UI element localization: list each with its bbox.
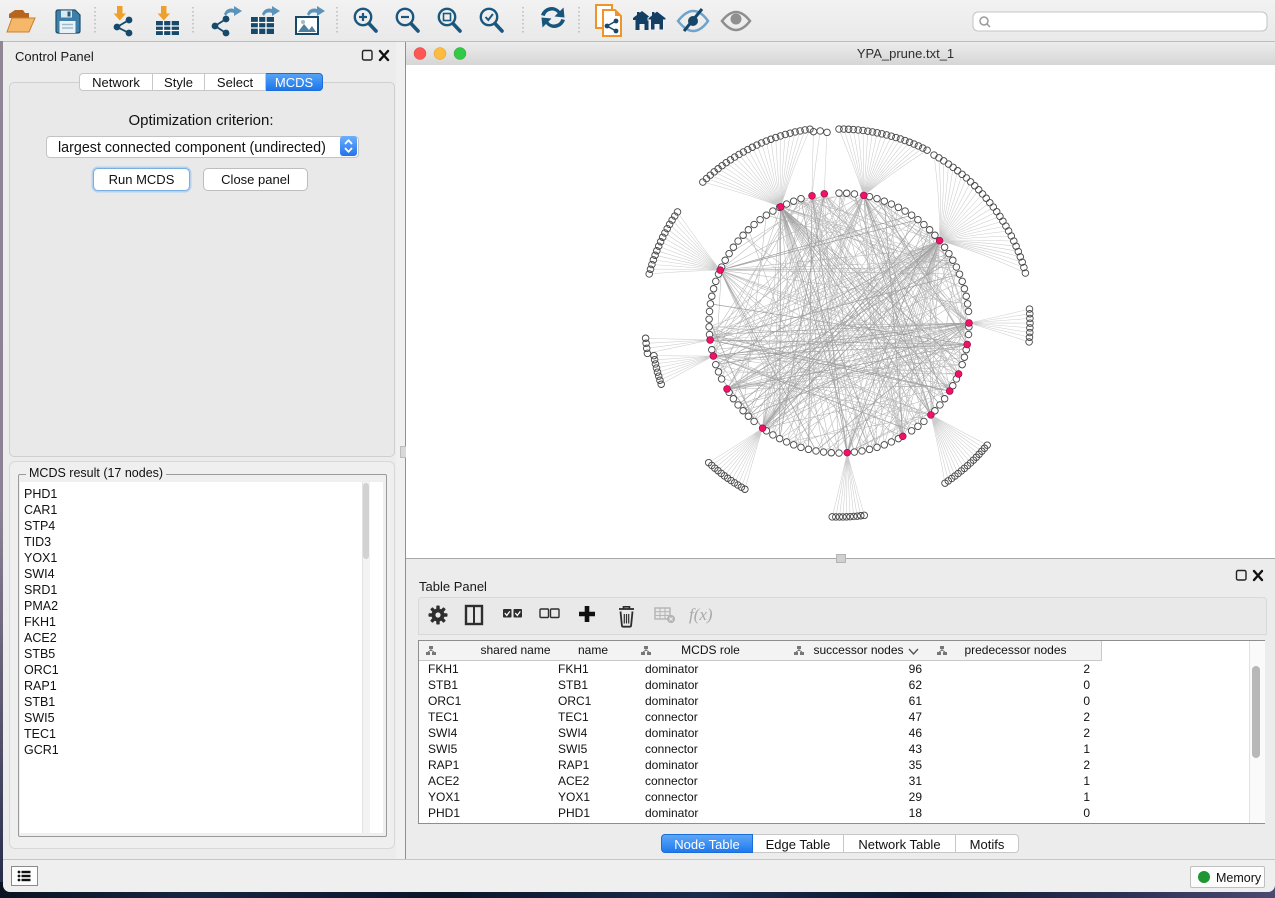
- svg-text:f(x): f(x): [689, 605, 713, 624]
